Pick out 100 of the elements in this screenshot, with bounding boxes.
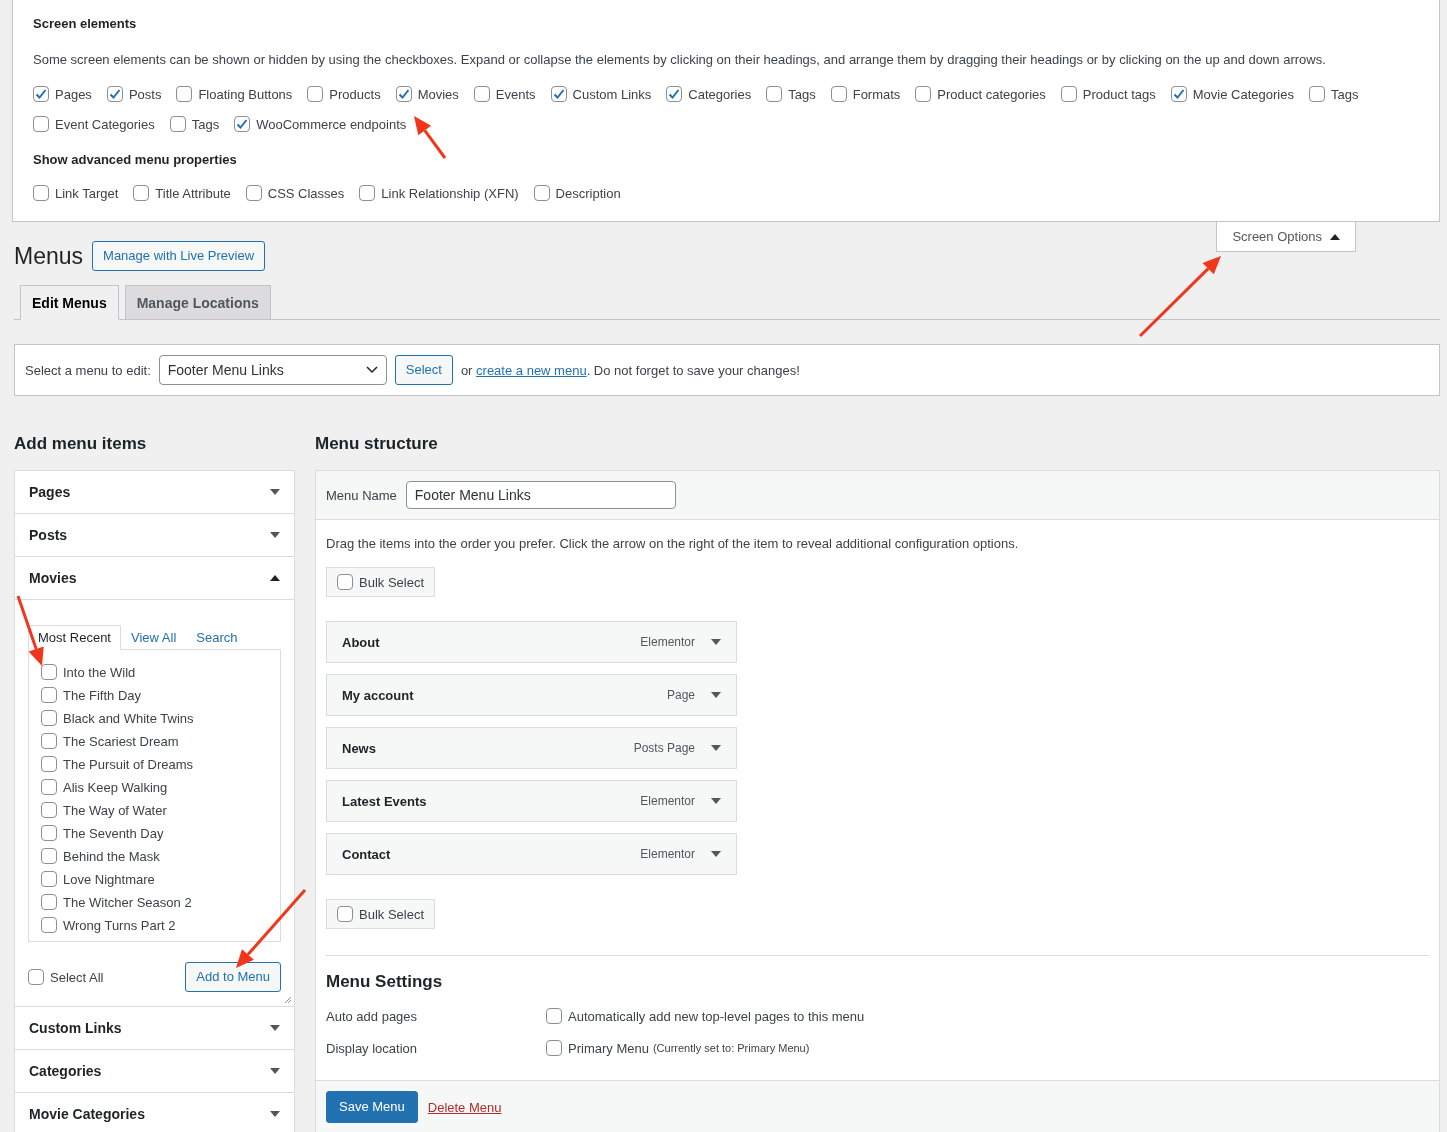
checkbox[interactable] [28,969,44,985]
delete-menu-link[interactable]: Delete Menu [427,1099,502,1115]
annotation-arrow [414,116,447,159]
checkbox[interactable] [33,185,49,201]
checkbox[interactable] [41,733,57,749]
section-heading: Menu structure [315,434,439,454]
checkbox[interactable] [533,185,550,201]
field-label: Select a menu to edit: [25,362,151,378]
item-type: Elementor [640,635,695,649]
checkbox[interactable] [33,86,49,102]
item-label: Love Nightmare [63,871,155,887]
checkbox[interactable] [915,86,932,102]
checkbox[interactable] [473,86,490,102]
checkbox[interactable] [41,756,57,772]
checkbox[interactable] [307,86,324,102]
bulk-select-control[interactable]: Bulk Select [326,567,436,597]
checkbox[interactable] [176,86,193,102]
accordion-header[interactable]: Custom Links [15,1007,294,1049]
chevron-down-icon [365,366,378,374]
checkbox[interactable] [133,185,150,201]
panel-heading: Show advanced menu properties [33,152,238,167]
live-preview-button[interactable]: Manage with Live Preview [92,241,266,271]
checkbox-label: Pages [55,86,92,102]
checkbox-label: Title Attribute [155,185,231,201]
checkbox[interactable] [546,1040,562,1056]
accordion-header[interactable]: Pages [15,471,294,513]
checkbox[interactable] [41,664,57,680]
create-menu-link[interactable]: create a new menu [476,362,587,378]
checkbox[interactable] [41,779,57,795]
checkbox-label: Categories [688,86,752,102]
item-label: Alis Keep Walking [63,779,168,795]
item-label: Into the Wild [63,664,136,680]
accordion-header[interactable]: Movies [15,557,294,600]
item-label: Black and White Twins [63,710,194,726]
checkbox[interactable] [337,574,353,590]
tab[interactable]: Edit Menus [20,285,119,320]
checkbox[interactable] [41,894,57,910]
menu-item-bar[interactable]: Latest Events Elementor [326,780,737,822]
item-title: My account [342,687,414,703]
checkbox[interactable] [106,86,123,102]
checkbox-label: Select All [50,969,104,985]
checkbox[interactable] [245,185,262,201]
save-menu-button[interactable]: Save Menu [326,1091,418,1123]
checkbox[interactable] [33,116,49,132]
caret-down-icon [270,1068,280,1074]
menu-item-bar[interactable]: Contact Elementor [326,833,737,875]
checkbox[interactable] [546,1008,562,1024]
menu-name-field[interactable]: Footer Menu Links [405,481,676,509]
checkbox[interactable] [41,687,57,703]
checkbox[interactable] [41,871,57,887]
item-type: Elementor [640,847,695,861]
tab[interactable]: View All [121,625,187,649]
page-title: Menus [14,242,84,270]
checkbox-label: Description [555,185,621,201]
item-type: Elementor [640,794,695,808]
checkbox[interactable] [234,116,251,132]
accordion-header[interactable]: Movie Categories [15,1093,294,1132]
select-button[interactable]: Select [394,355,453,385]
checkbox[interactable] [395,86,412,102]
accordion-header[interactable]: Categories [15,1050,294,1092]
accordion-header[interactable]: Posts [15,514,294,556]
caret-up-icon [270,575,280,581]
tab[interactable]: Most Recent [28,625,121,650]
tab[interactable]: Manage Locations [124,285,271,320]
checkbox[interactable] [169,116,186,132]
caret-down-icon [270,532,280,538]
caret-down-icon [711,692,721,698]
menu-item-bar[interactable]: My account Page [326,674,737,716]
checkbox[interactable] [830,86,847,102]
checkbox-label: Bulk Select [359,906,425,922]
checkbox[interactable] [1060,86,1077,102]
caret-up-icon [1330,233,1340,240]
checkbox[interactable] [41,848,57,864]
add-to-menu-button[interactable]: Add to Menu [185,962,281,992]
menu-item-bar[interactable]: About Elementor [326,621,737,663]
checkbox[interactable] [41,917,57,933]
checkbox[interactable] [41,710,57,726]
menu-dropdown[interactable]: Footer Menu Links [158,355,387,385]
tab[interactable]: Search [186,625,248,649]
item-label: The Fifth Day [63,687,142,703]
menu-item-bar[interactable]: News Posts Page [326,727,737,769]
note-text: (Currently set to: Primary Menu) [652,1042,810,1054]
checkbox-label: Automatically add new top-level pages to this menu [568,1008,865,1024]
checkbox[interactable] [41,825,57,841]
checkbox[interactable] [1170,86,1187,102]
checkbox[interactable] [766,86,783,102]
caret-down-icon [270,1025,280,1031]
checkbox[interactable] [1308,86,1325,102]
checkbox[interactable] [359,185,376,201]
checkbox[interactable] [550,86,567,102]
screen-options-button[interactable]: Screen Options [1216,222,1356,252]
item-label: Wrong Turns Part 2 [63,917,176,933]
bulk-select-control[interactable]: Bulk Select [326,899,436,929]
checkbox-label: Link Relationship (XFN) [381,185,519,201]
caret-down-icon [270,1111,280,1117]
checkbox[interactable] [337,906,353,922]
panel-heading: Screen elements [33,16,138,31]
checkbox[interactable] [666,86,683,102]
checkbox-label: Bulk Select [359,574,425,590]
checkbox[interactable] [41,802,57,818]
